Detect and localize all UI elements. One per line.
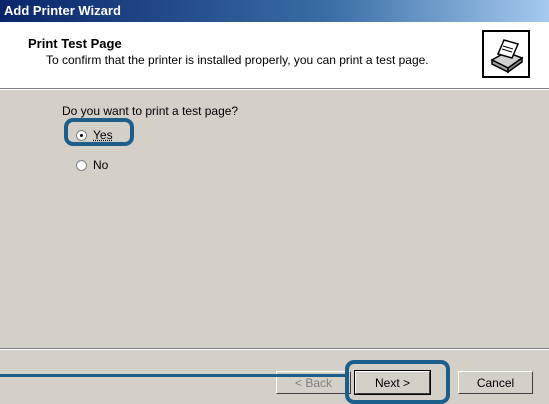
callout-leader-line <box>0 374 348 377</box>
title-bar[interactable]: Add Printer Wizard <box>0 0 549 22</box>
add-printer-wizard-window: Add Printer Wizard Print Test Page To co… <box>0 0 549 404</box>
radio-no-label: No <box>93 158 109 172</box>
cancel-button[interactable]: Cancel <box>458 371 533 394</box>
page-title: Print Test Page <box>28 36 122 51</box>
test-page-question: Do you want to print a test page? <box>62 104 239 118</box>
page-subtitle: To confirm that the printer is installed… <box>46 53 429 67</box>
printer-icon <box>482 30 530 78</box>
radio-no[interactable]: No <box>76 158 108 172</box>
next-highlight-callout <box>345 360 450 404</box>
radio-no-button[interactable] <box>76 159 87 171</box>
window-title: Add Printer Wizard <box>4 3 121 18</box>
wizard-footer: < Back Next > Cancel <box>0 350 549 404</box>
wizard-header: Print Test Page To confirm that the prin… <box>0 22 549 88</box>
yes-highlight-callout <box>64 118 134 146</box>
